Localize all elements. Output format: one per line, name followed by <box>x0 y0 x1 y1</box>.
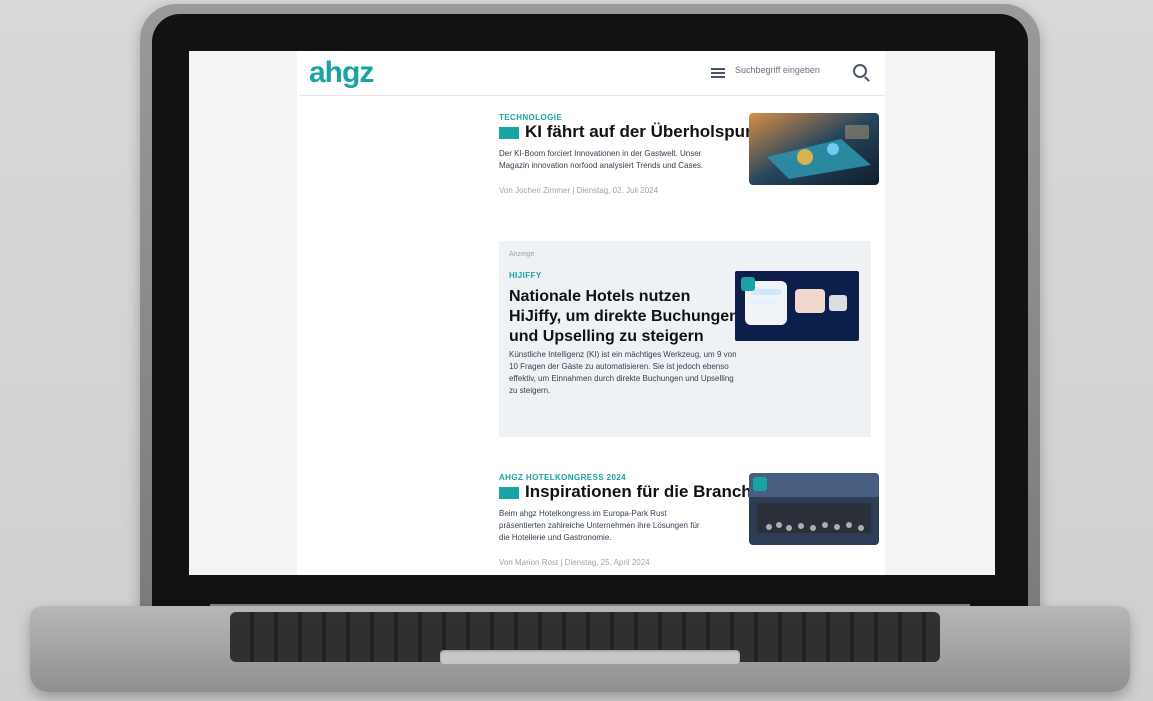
page-content: ahgz Suchbegriff eingeben TECHNOLOGIE KI… <box>299 51 885 575</box>
article-thumbnail[interactable] <box>749 473 879 545</box>
site-logo[interactable]: ahgz <box>309 56 374 90</box>
sponsored-label: Anzeige <box>509 251 535 258</box>
premium-badge-icon <box>499 486 519 499</box>
left-gutter <box>189 51 297 575</box>
browser-screen: ahgz Suchbegriff eingeben TECHNOLOGIE KI… <box>189 51 995 575</box>
article-title[interactable]: Nationale Hotels nutzen HiJiffy, um dire… <box>509 287 739 347</box>
article-description: Der KI-Boom forciert Innovationen in der… <box>499 149 704 170</box>
article-card-hotelkongress[interactable]: AHGZ HOTELKONGRESS 2024 Inspirationen fü… <box>499 473 879 567</box>
menu-icon[interactable] <box>711 68 725 78</box>
premium-badge-icon <box>499 126 519 139</box>
touchpad <box>440 650 740 664</box>
sponsored-card-hijiffy[interactable]: Anzeige HIJIFFY Nationale Hotels nutzen … <box>499 241 871 437</box>
article-meta: Von Marion Rost | Dienstag, 25. April 20… <box>499 558 650 567</box>
search-input[interactable]: Suchbegriff eingeben <box>735 65 820 75</box>
right-gutter <box>885 51 995 575</box>
article-description: Künstliche Intelligenz (KI) ist ein mäch… <box>509 350 737 395</box>
article-meta: Von Jochen Zimmer | Dienstag, 02. Juli 2… <box>499 186 659 195</box>
search-icon[interactable] <box>853 64 867 78</box>
article-thumbnail[interactable] <box>735 271 859 341</box>
site-header: ahgz Suchbegriff eingeben <box>299 51 885 96</box>
laptop: ahgz Suchbegriff eingeben TECHNOLOGIE KI… <box>0 0 1153 701</box>
article-card-ki[interactable]: TECHNOLOGIE KI fährt auf der Überholspur… <box>499 113 879 195</box>
article-kicker: HIJIFFY <box>509 271 542 280</box>
article-thumbnail[interactable] <box>749 113 879 185</box>
article-description: Beim ahgz Hotelkongress im Europa-Park R… <box>499 509 700 542</box>
